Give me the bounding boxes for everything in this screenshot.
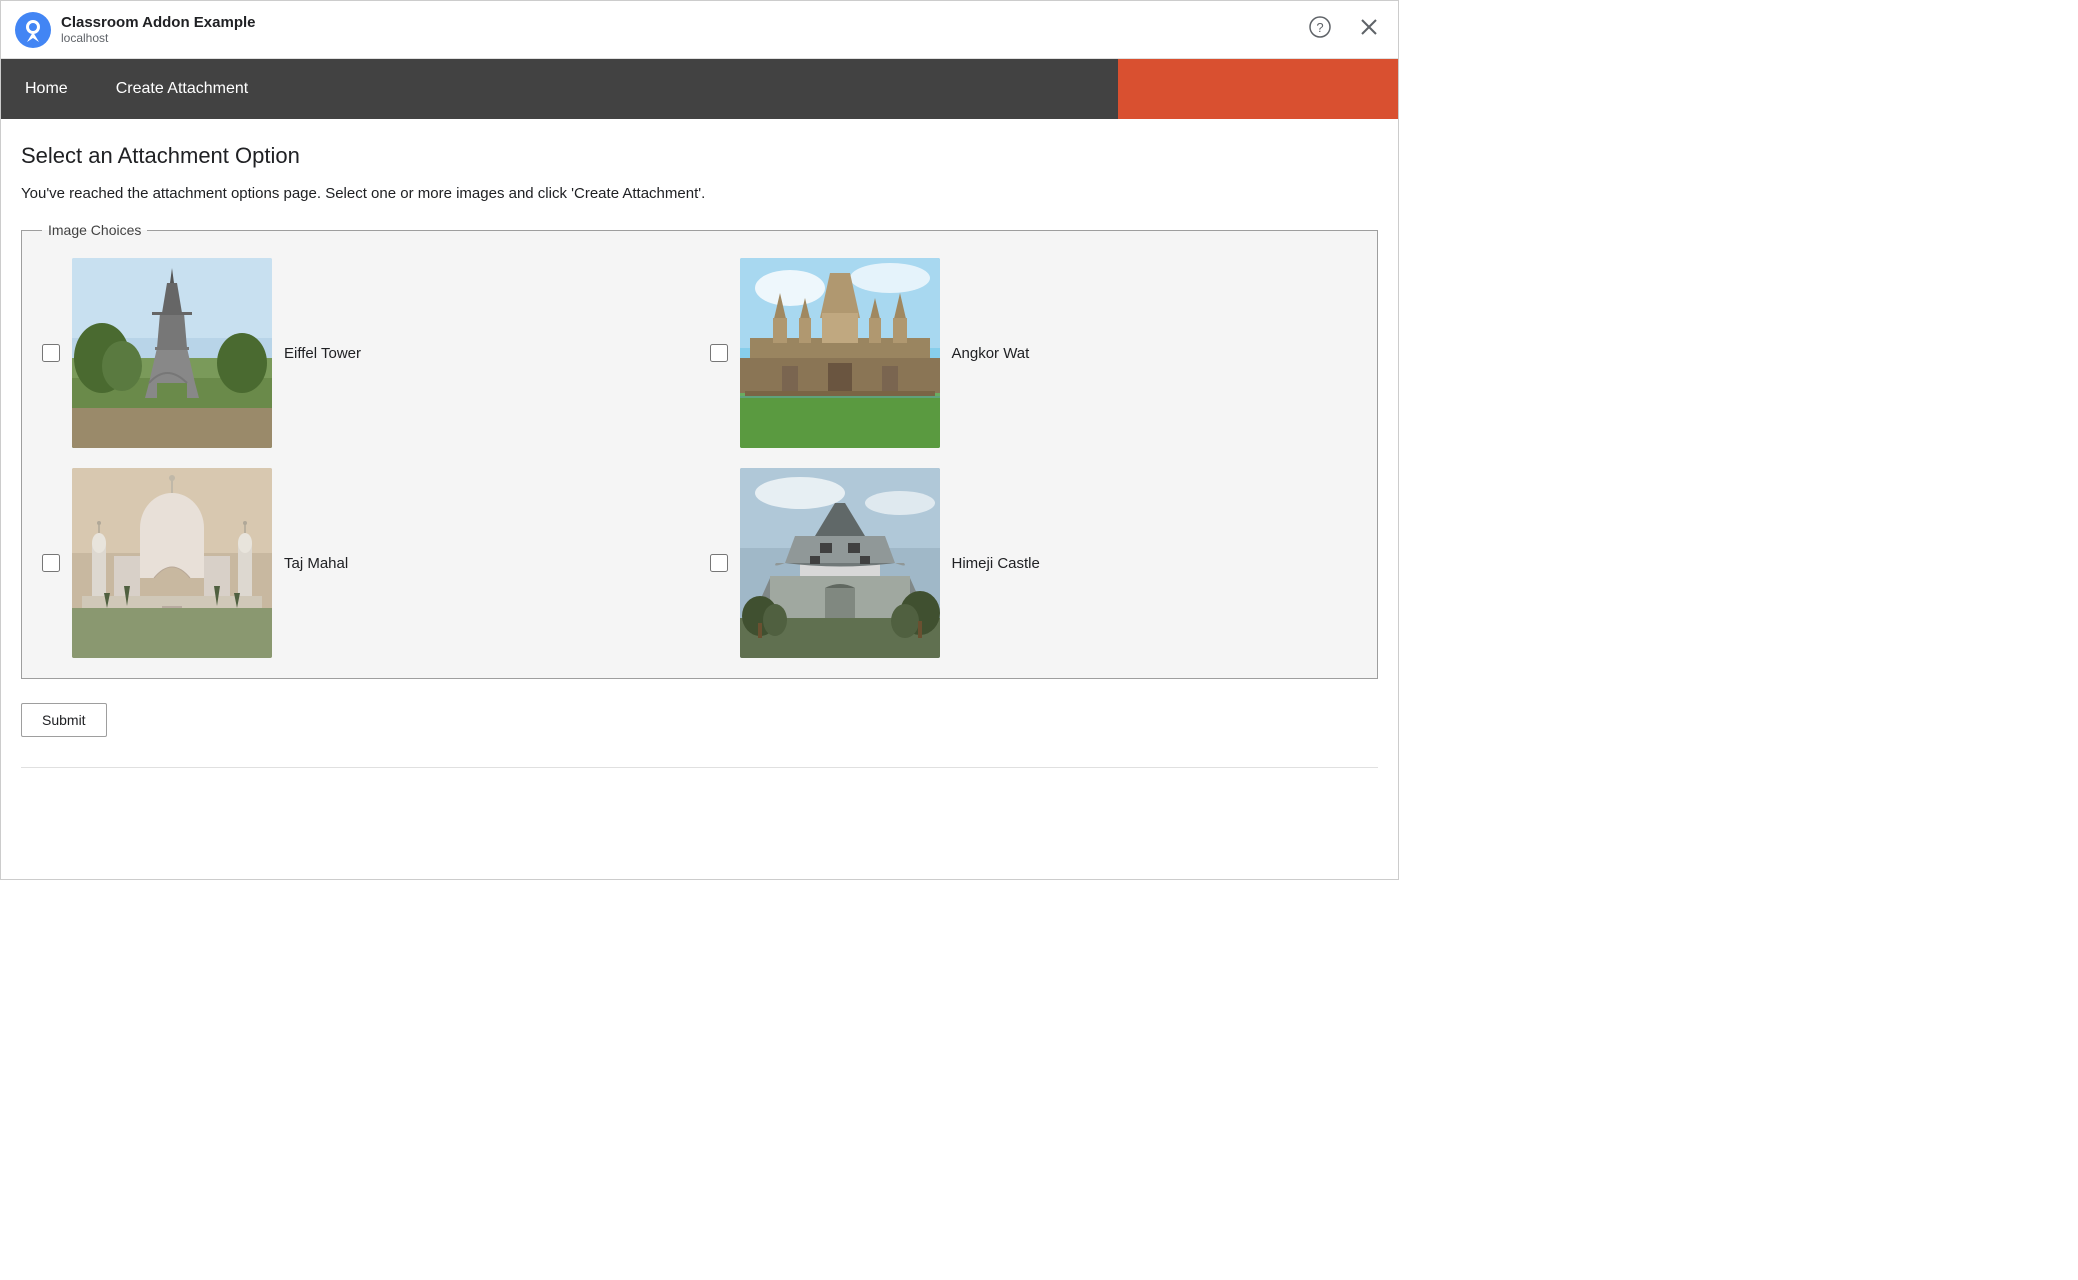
- image-angkor: [740, 258, 940, 448]
- nav-accent: [1118, 59, 1398, 119]
- image-taj: [72, 468, 272, 658]
- fieldset-legend: Image Choices: [42, 222, 147, 238]
- checkbox-taj[interactable]: [42, 554, 60, 572]
- title-bar-right: ?: [1304, 11, 1384, 49]
- title-bar-left: Classroom Addon Example localhost: [15, 12, 256, 48]
- nav-create-attachment[interactable]: Create Attachment: [92, 59, 273, 119]
- nav-home[interactable]: Home: [1, 59, 92, 119]
- svg-text:?: ?: [1316, 20, 1323, 35]
- image-eiffel: [72, 258, 272, 448]
- app-title: Classroom Addon Example: [61, 14, 256, 31]
- image-himeji: [740, 468, 940, 658]
- image-item-taj: Taj Mahal: [42, 468, 690, 658]
- close-button[interactable]: [1354, 12, 1384, 48]
- image-item-himeji: Himeji Castle: [710, 468, 1358, 658]
- label-angkor[interactable]: Angkor Wat: [952, 345, 1030, 362]
- page-title: Select an Attachment Option: [21, 143, 1378, 169]
- label-eiffel[interactable]: Eiffel Tower: [284, 345, 361, 362]
- page-description: You've reached the attachment options pa…: [21, 185, 1378, 202]
- close-icon: [1358, 16, 1380, 38]
- app-url: localhost: [61, 31, 256, 45]
- help-icon: ?: [1308, 15, 1332, 39]
- submit-button[interactable]: Submit: [21, 703, 107, 737]
- content-area: Select an Attachment Option You've reach…: [1, 119, 1398, 788]
- checkbox-angkor[interactable]: [710, 344, 728, 362]
- image-item-angkor: Angkor Wat: [710, 258, 1358, 448]
- bottom-divider: [21, 767, 1378, 768]
- app-icon: [15, 12, 51, 48]
- image-item-eiffel: Eiffel Tower: [42, 258, 690, 448]
- images-grid: Eiffel Tower: [42, 258, 1357, 658]
- label-himeji[interactable]: Himeji Castle: [952, 555, 1040, 572]
- checkbox-eiffel[interactable]: [42, 344, 60, 362]
- label-taj[interactable]: Taj Mahal: [284, 555, 348, 572]
- checkbox-himeji[interactable]: [710, 554, 728, 572]
- image-choices-fieldset: Image Choices: [21, 222, 1378, 679]
- title-text: Classroom Addon Example localhost: [61, 14, 256, 45]
- help-button[interactable]: ?: [1304, 11, 1336, 49]
- title-bar: Classroom Addon Example localhost ?: [1, 1, 1398, 59]
- nav-bar: Home Create Attachment: [1, 59, 1398, 119]
